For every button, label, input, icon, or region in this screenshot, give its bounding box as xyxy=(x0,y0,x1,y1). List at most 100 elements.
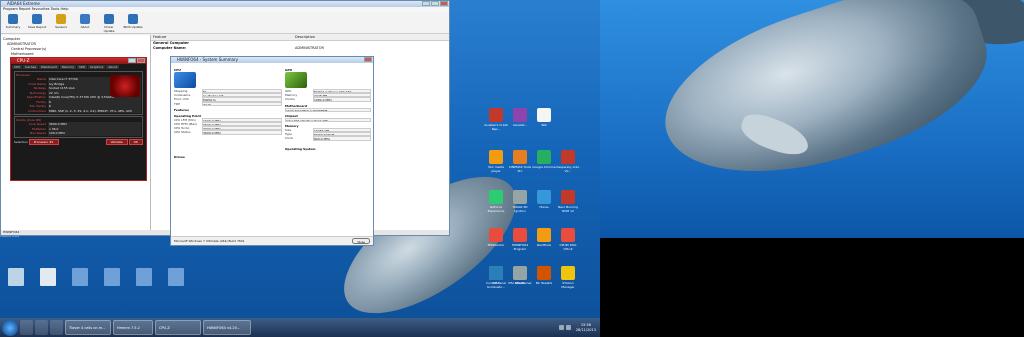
desktop-shortcut[interactable]: STAAnn Manager xyxy=(556,266,580,289)
shortcut-icon xyxy=(561,190,575,204)
aida64-toolbar: Summary Save Report Sensors About Driver Upd… xyxy=(1,12,449,34)
desktop-shortcut[interactable]: HWINFO64 Program xyxy=(508,228,532,251)
clock[interactable]: 15:56 28/11/2013 xyxy=(576,323,596,332)
taskbar: Tlaver 4 cells on m... Hmmm 7.5.2 CPU-Z HWi… xyxy=(0,318,600,337)
start-button[interactable] xyxy=(2,319,18,336)
processor-select[interactable]: Processor #1 xyxy=(28,138,59,145)
desktop-shortcut[interactable] xyxy=(36,268,60,287)
desktop-shortcut[interactable]: Asustek's Crash Rep... xyxy=(484,108,508,131)
ocean-wallpaper xyxy=(600,0,1024,238)
explorer-pinned-icon[interactable] xyxy=(20,320,33,335)
feature-column-header[interactable]: Feature xyxy=(151,35,293,40)
taskbar-task-button[interactable]: Hmmm 7.5.2 xyxy=(113,320,153,335)
info-row: CPU Status 3600.0 MHz xyxy=(174,130,282,135)
toolbar-button-icon xyxy=(56,14,66,24)
desktop-shortcut[interactable]: iTunes xyxy=(532,190,556,209)
shortcut-icon xyxy=(513,266,527,280)
toolbar-button[interactable]: BIOS Update xyxy=(123,14,143,31)
shortcut-icon xyxy=(489,150,503,164)
desktop-shortcut[interactable]: Kaspersky Anti-Vir... xyxy=(556,150,580,173)
media-pinned-icon[interactable] xyxy=(35,320,48,335)
cpuz-tab[interactable]: CPU xyxy=(12,65,23,69)
desktop-shortcut[interactable]: Google Chrome xyxy=(532,150,556,169)
shortcut-icon xyxy=(513,190,527,204)
validate-button[interactable]: Validate xyxy=(105,138,128,145)
selection-label: Selection xyxy=(14,139,28,144)
cpuz-window: CPU-Z CPU Caches Mainboard Memory SPD Graphic… xyxy=(10,57,147,181)
toolbar-button[interactable]: Summary xyxy=(3,14,23,31)
close-button[interactable] xyxy=(364,57,372,62)
description-column-header[interactable]: Description xyxy=(293,35,315,40)
shortcut-icon xyxy=(537,190,551,204)
maximize-button[interactable] xyxy=(431,1,439,6)
hwinfo-title: HWiNFO64 - System Summary xyxy=(177,57,239,62)
motherboard-value: ASUS MAXIMUS V EXTREME xyxy=(285,107,371,112)
folder-icon xyxy=(40,268,56,286)
clocks-group: Clocks (Core #0) Core Speed 3600.0 MHz Mul… xyxy=(14,116,143,138)
desktop-shortcut[interactable]: Talk xyxy=(532,108,556,127)
shortcut-label: Google Chrome xyxy=(532,165,556,169)
shortcut-icon xyxy=(489,266,503,280)
toolbar-button[interactable]: Driver Update xyxy=(99,14,119,33)
desktop-shortcut[interactable] xyxy=(100,268,124,287)
info-label: TDP xyxy=(174,101,180,106)
nvidia-logo-icon xyxy=(285,72,307,88)
desktop-shortcut[interactable]: Nero Burning ROM 12 xyxy=(556,190,580,213)
field-label: Bus Speed xyxy=(30,131,46,135)
toolbar-button-icon xyxy=(104,14,114,24)
desktop-shortcut[interactable]: CINEMAX Tools Pro xyxy=(508,150,532,173)
taskbar-task-button[interactable]: HWiNFO64 v4.20... xyxy=(203,320,251,335)
taskbar-task-button[interactable]: CPU-Z xyxy=(155,320,201,335)
network-icon[interactable] xyxy=(558,325,564,330)
cpuz-tab[interactable]: About xyxy=(106,65,120,69)
recycle-bin-icon xyxy=(8,268,24,286)
desktop-shortcut[interactable] xyxy=(132,268,156,287)
hwinfo-close-button[interactable]: Close xyxy=(352,238,370,244)
aida64-titlebar[interactable]: AIDA64 Extreme xyxy=(1,1,449,7)
close-button[interactable] xyxy=(137,58,145,63)
toolbar-button[interactable]: Sensors xyxy=(51,14,71,31)
desktop-shortcut[interactable]: CPUID ROG CPU-Z xyxy=(556,228,580,251)
clock-date: 28/11/2013 xyxy=(575,327,596,332)
desktop-shortcut[interactable]: RaidTools xyxy=(532,228,556,247)
desktop-shortcut[interactable] xyxy=(68,268,92,287)
desktop-shortcut[interactable]: GeForce Experience xyxy=(484,190,508,213)
processor-group: Processor Name Intel Core i7 3770K Code Na… xyxy=(14,71,143,115)
desktop-shortcut[interactable]: MSIMonitor xyxy=(484,228,508,247)
desktop-shortcut[interactable]: BC TweakS xyxy=(532,266,556,285)
primary-monitor-desktop: HWINFO64 Asustek's Crash Rep... AsusAO...… xyxy=(0,0,600,337)
taskbar-task-button[interactable]: Tlaver 4 cells on m... xyxy=(65,320,111,335)
close-button[interactable] xyxy=(440,1,448,6)
desktop-shortcut[interactable]: Control Panel xyxy=(484,266,508,285)
toolbar-button[interactable]: About xyxy=(75,14,95,31)
hwinfo-summary-window: HWiNFO64 - System Summary CPU Stepping E1… xyxy=(170,56,374,246)
desktop-shortcut[interactable]: VLC media player xyxy=(484,150,508,173)
cpuz-tab[interactable]: SPD xyxy=(77,65,88,69)
cpuz-tab[interactable]: Graphics xyxy=(88,65,106,69)
cpuz-titlebar[interactable]: CPU-Z xyxy=(11,58,146,64)
desktop-shortcut[interactable] xyxy=(164,268,188,287)
desktop-shortcut[interactable]: TeStall 3D Ignition xyxy=(508,190,532,213)
shortcut-label: BC TweakS xyxy=(535,281,553,285)
info-label: Clock xyxy=(285,136,294,141)
secondary-monitor-desktop xyxy=(600,0,1024,337)
minimize-button[interactable] xyxy=(128,58,136,63)
chrome-pinned-icon[interactable] xyxy=(50,320,63,335)
cpuz-tab[interactable]: Memory xyxy=(59,65,77,69)
ok-button[interactable]: OK xyxy=(128,138,143,145)
desktop-shortcut[interactable]: AsusAO... xyxy=(508,108,532,127)
os-label: Operating System xyxy=(285,146,316,151)
toolbar-button-label: Save Report xyxy=(27,25,47,29)
system-tray: 15:56 28/11/2013 xyxy=(558,323,600,332)
cpuz-tab[interactable]: Caches xyxy=(23,65,39,69)
desktop-shortcut[interactable]: MSI Afterburner xyxy=(508,266,532,285)
desktop-shortcut[interactable] xyxy=(4,268,28,287)
minimize-button[interactable] xyxy=(422,1,430,6)
shortcut-icon xyxy=(561,228,575,242)
toolbar-button[interactable]: Save Report xyxy=(27,14,47,31)
detail-feature: Computer Name: xyxy=(153,46,187,50)
cpuz-tab[interactable]: Mainboard xyxy=(39,65,59,69)
volume-icon[interactable] xyxy=(565,325,571,330)
shortcut-label: HWINFO64 Program xyxy=(511,243,529,251)
info-row: Clocks 1084.0 MHz xyxy=(285,97,371,102)
